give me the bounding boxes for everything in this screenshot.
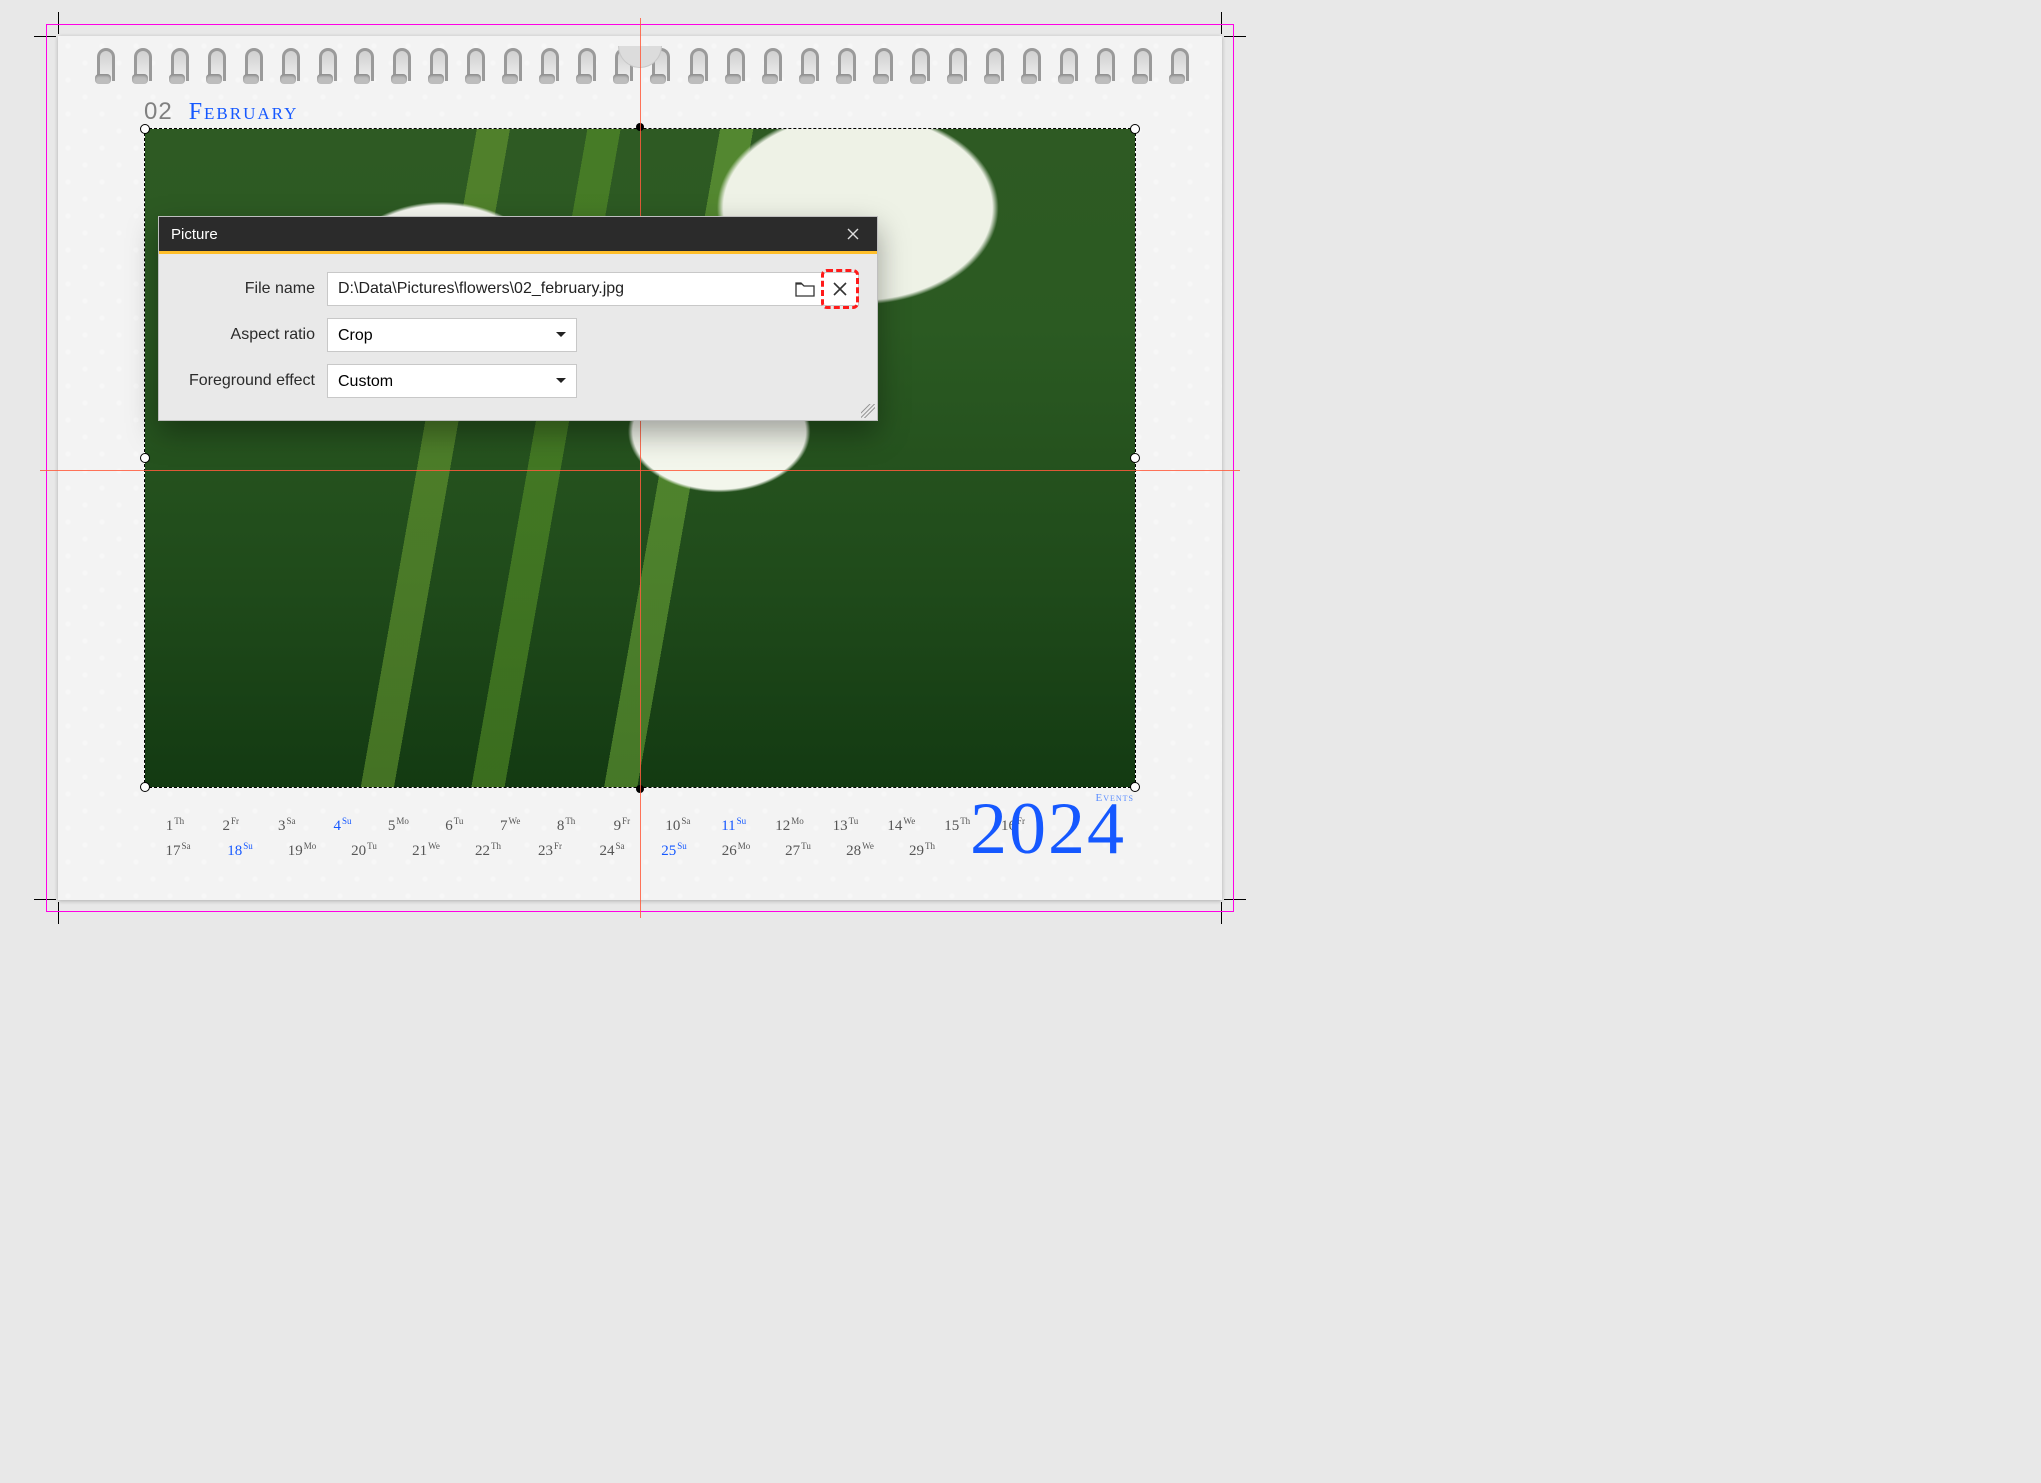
binding-ring-icon	[1162, 48, 1192, 90]
close-icon	[847, 228, 859, 240]
calendar-day: 24Sa	[588, 841, 636, 860]
binding-ring-icon	[681, 48, 711, 90]
calendar-day: 7We	[489, 816, 531, 835]
folder-icon	[795, 281, 815, 297]
foreground-effect-select[interactable]: Custom	[327, 364, 577, 398]
binding-ring-icon	[1125, 48, 1155, 90]
binding-ring-icon	[718, 48, 748, 90]
calendar-day: 12Mo	[769, 816, 811, 835]
calendar-day: 27Tu	[774, 841, 822, 860]
binding-ring-icon	[125, 48, 155, 90]
binding-ring-icon	[755, 48, 785, 90]
binding-ring-icon	[1051, 48, 1081, 90]
calendar-day: 13Tu	[825, 816, 867, 835]
crop-tick	[34, 899, 56, 900]
binding-ring-icon	[162, 48, 192, 90]
crop-tick	[1224, 36, 1246, 37]
binding-ring-icon	[458, 48, 488, 90]
binding-ring-icon	[569, 48, 599, 90]
month-header: 02 February	[144, 98, 298, 126]
calendar-days: 1Th 2Fr 3Sa 4Su 5Mo 6Tu 7We 8Th 9Fr 10Sa 11Su 12Mo 1…	[154, 816, 1034, 860]
binding-ring-icon	[866, 48, 896, 90]
file-name-label: File name	[177, 280, 327, 298]
binding-ring-icon	[1088, 48, 1118, 90]
crop-tick	[58, 902, 59, 924]
dialog-titlebar[interactable]: Picture	[159, 217, 877, 251]
calendar-year: 2024	[970, 787, 1126, 872]
crop-tick	[1224, 899, 1246, 900]
resize-handle[interactable]	[1130, 124, 1140, 134]
resize-handle[interactable]	[140, 453, 150, 463]
file-name-input[interactable]	[327, 272, 859, 306]
foreground-effect-label: Foreground effect	[177, 372, 327, 390]
calendar-day: 20Tu	[340, 841, 388, 860]
calendar-day: 8Th	[545, 816, 587, 835]
binding-ring-icon	[421, 48, 451, 90]
aspect-ratio-select[interactable]: Crop	[327, 318, 577, 352]
binding-ring-icon	[977, 48, 1007, 90]
binding-ring-icon	[236, 48, 266, 90]
browse-button[interactable]	[789, 273, 821, 305]
calendar-day: 6Tu	[433, 816, 475, 835]
resize-grip-icon[interactable]	[861, 404, 875, 418]
resize-handle[interactable]	[1130, 782, 1140, 792]
rotate-handle-icon[interactable]	[636, 123, 644, 131]
calendar-day: 14We	[880, 816, 922, 835]
aspect-ratio-label: Aspect ratio	[177, 326, 327, 344]
resize-handle[interactable]	[1130, 453, 1140, 463]
hanger-notch	[618, 46, 662, 68]
binding-ring-icon	[829, 48, 859, 90]
calendar-day: 25Su	[650, 841, 698, 860]
dialog-close-button[interactable]	[839, 222, 867, 246]
calendar-day: 4Su	[322, 816, 364, 835]
resize-handle[interactable]	[140, 782, 150, 792]
calendar-day: 17Sa	[154, 841, 202, 860]
calendar-day: 1Th	[154, 816, 196, 835]
design-canvas: 02 February Events 1Th2Fr3Sa4Su5Mo6Tu7We…	[40, 18, 1240, 918]
binding-ring-icon	[1014, 48, 1044, 90]
calendar-day: 22Th	[464, 841, 512, 860]
binding-ring-icon	[495, 48, 525, 90]
crop-tick	[1221, 902, 1222, 924]
calendar-day: 29Th	[898, 841, 946, 860]
dialog-body: File name Aspect ratio Crop	[159, 254, 877, 420]
clear-file-button[interactable]	[824, 273, 856, 305]
month-number: 02	[144, 98, 173, 126]
calendar-day: 11Su	[713, 816, 755, 835]
binding-ring-icon	[88, 48, 118, 90]
calendar-day: 21We	[402, 841, 450, 860]
binding-ring-icon	[792, 48, 822, 90]
calendar-day: 18Su	[216, 841, 264, 860]
binding-ring-icon	[347, 48, 377, 90]
calendar-day: 23Fr	[526, 841, 574, 860]
binding-ring-icon	[273, 48, 303, 90]
month-name: February	[189, 99, 299, 126]
calendar-day: 9Fr	[601, 816, 643, 835]
calendar-page: 02 February Events 1Th2Fr3Sa4Su5Mo6Tu7We…	[58, 36, 1222, 900]
resize-handle[interactable]	[140, 124, 150, 134]
binding-ring-icon	[532, 48, 562, 90]
binding-ring-icon	[940, 48, 970, 90]
calendar-day: 2Fr	[210, 816, 252, 835]
binding-ring-icon	[903, 48, 933, 90]
calendar-day: 26Mo	[712, 841, 760, 860]
crop-tick	[58, 12, 59, 34]
calendar-day: 5Mo	[378, 816, 420, 835]
calendar-day: 19Mo	[278, 841, 326, 860]
calendar-day: 28We	[836, 841, 884, 860]
binding-ring-icon	[384, 48, 414, 90]
binding-ring-icon	[310, 48, 340, 90]
crop-tick	[34, 36, 56, 37]
calendar-day: 3Sa	[266, 816, 308, 835]
calendar-day: 10Sa	[657, 816, 699, 835]
rotate-handle-icon[interactable]	[636, 785, 644, 793]
binding-ring-icon	[199, 48, 229, 90]
x-icon	[831, 280, 849, 298]
picture-dialog: Picture File name	[158, 216, 878, 421]
crop-tick	[1221, 12, 1222, 34]
dialog-title: Picture	[171, 226, 218, 243]
